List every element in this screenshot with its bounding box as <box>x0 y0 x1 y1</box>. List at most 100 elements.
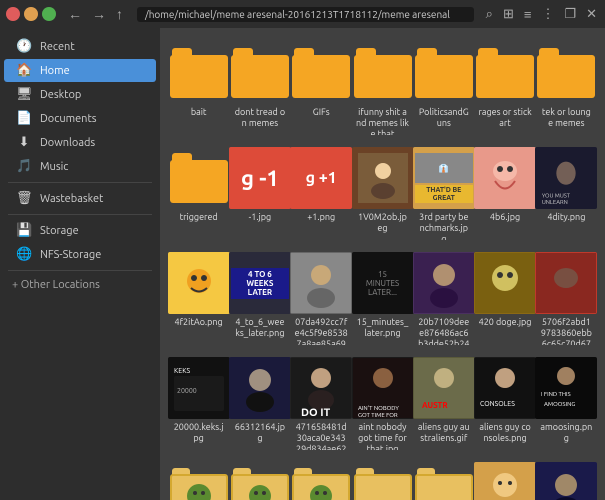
path-bar[interactable]: /home/michael/meme aresenal-20161213T171… <box>137 7 474 22</box>
sidebar-item-wastebasket[interactable]: 🗑 Wastebasket <box>4 187 156 210</box>
list-item[interactable]: AUSTR aliens guy australiens.gif <box>415 353 472 454</box>
folder-icon <box>415 48 473 98</box>
svg-text:20000: 20000 <box>177 387 197 395</box>
sidebar-label-desktop: Desktop <box>40 89 81 101</box>
image-thumb: 👔 THAT'D BE GREAT <box>413 147 475 209</box>
file-area[interactable]: bait dont tread on memes <box>160 28 605 500</box>
list-item[interactable]: g +1 +1.png <box>293 143 350 244</box>
search-icon[interactable]: ⌕ <box>484 5 495 24</box>
sidebar-item-other[interactable]: + Other Locations <box>0 275 160 295</box>
svg-text:I FIND THIS: I FIND THIS <box>541 391 571 398</box>
list-item[interactable]: 👔 THAT'D BE GREAT 3rd party benchmarks.j… <box>415 143 472 244</box>
list-item[interactable]: autism.png <box>354 458 411 500</box>
image-thumb <box>229 357 291 419</box>
svg-text:UNLEARN: UNLEARN <box>542 200 568 206</box>
list-item[interactable]: PoliticsandGuns <box>415 38 472 139</box>
list-item[interactable]: g -1 -1.jpg <box>231 143 288 244</box>
file-name: 420 doge.jpg <box>478 317 531 328</box>
sidebar-item-desktop[interactable]: 🖥 Desktop <box>4 83 156 106</box>
list-item[interactable]: DO IT 471658481d30aca0e34329d834ae627f09… <box>293 353 350 454</box>
list-item[interactable]: GIFs <box>293 38 350 139</box>
up-button[interactable]: ↑ <box>112 4 127 24</box>
sidebar-item-music[interactable]: 🎵 Music <box>4 155 156 178</box>
sidebar-label-music: Music <box>40 161 68 173</box>
sidebar-label-downloads: Downloads <box>40 137 95 149</box>
list-item[interactable]: dont tread on memes <box>231 38 288 139</box>
file-name: +1.png <box>295 212 348 223</box>
sidebar-item-storage[interactable]: 💾 Storage <box>4 219 156 242</box>
list-item[interactable]: 4 TO 6WEEKSLATER 4_to_6_weeks_later.png <box>231 248 288 349</box>
list-item[interactable]: 15MINUTESLATER... 15_minutes_later.png <box>354 248 411 349</box>
folder-icon <box>537 48 595 98</box>
list-item[interactable]: 07da492cc7fe4c5f9e85387a8ae85a697450f7_1… <box>293 248 350 349</box>
list-item[interactable]: 4b6.jpg <box>476 143 533 244</box>
file-name: 471658481d30aca0e34329d834ae627f09092.pn… <box>295 422 348 450</box>
list-item[interactable]: angry double pepe.png <box>170 458 227 500</box>
list-item[interactable]: rages or stick art <box>476 38 533 139</box>
sidebar: 🕐 Recent 🏠 Home 🖥 Desktop 📄 Documents ⬇ … <box>0 28 160 500</box>
file-name: triggered <box>172 212 225 223</box>
file-name: aliens guy australiens.gif <box>417 422 470 444</box>
svg-text:AMOOSING: AMOOSING <box>544 401 575 408</box>
sidebar-item-documents[interactable]: 📄 Documents <box>4 107 156 130</box>
close-button[interactable] <box>6 7 20 21</box>
back-button[interactable]: ← <box>64 4 86 24</box>
home-icon: 🏠 <box>16 63 32 78</box>
view-icon[interactable]: ⊞ <box>501 5 516 24</box>
svg-text:YOU MUST: YOU MUST <box>542 193 571 199</box>
svg-text:CONSOLES: CONSOLES <box>480 400 515 408</box>
list-item[interactable]: 20b7109deee876486ac6b3dde52b24d95003cc0b… <box>415 248 472 349</box>
forward-button[interactable]: → <box>88 4 110 24</box>
sidebar-item-nfs[interactable]: 🌐 NFS-Storage <box>4 243 156 266</box>
list-item[interactable]: angry pepe crazy.jpg <box>293 458 350 500</box>
list-item[interactable]: 5706f2abd19783860ebb6c65c70d671dc504bc8.… <box>538 248 595 349</box>
titlebar: ← → ↑ /home/michael/meme aresenal-201612… <box>0 0 605 28</box>
sidebar-separator-2 <box>8 214 152 215</box>
list-item[interactable]: KEKS 20000 20000.keks.jpg <box>170 353 227 454</box>
list-item[interactable]: awkwardrunning.png <box>415 458 472 500</box>
minimize-button[interactable] <box>24 7 38 21</box>
restore-icon[interactable]: ❐ <box>562 5 578 24</box>
folder-thumb <box>290 462 352 500</box>
file-name: -1.jpg <box>233 212 286 223</box>
folder-thumb <box>229 42 291 104</box>
maximize-button[interactable] <box>42 7 56 21</box>
sidebar-separator <box>8 182 152 183</box>
list-item[interactable]: angry_pepe.png <box>231 458 288 500</box>
list-item[interactable]: I FIND THIS AMOOSING amoosing.png <box>538 353 595 454</box>
image-thumb: YOU MUST UNLEARN <box>535 147 597 209</box>
close-icon[interactable]: ✕ <box>584 5 599 24</box>
sidebar-item-downloads[interactable]: ⬇ Downloads <box>4 131 156 154</box>
file-name: ifunny shit and memes like that <box>356 107 409 135</box>
file-name: 66312164.jpg <box>233 422 286 444</box>
list-item[interactable]: b4ec2f6c68ae171936ef3d4c635ea131b8edf d1… <box>476 458 533 500</box>
list-item[interactable]: CONSOLES aliens guy consoles.png <box>476 353 533 454</box>
folder-thumb <box>474 42 536 104</box>
list-item[interactable]: 66312164.jpg <box>231 353 288 454</box>
list-item[interactable]: AIN'T NOBODY GOT TIME FOR aint nobody go… <box>354 353 411 454</box>
folder-thumb <box>413 42 475 104</box>
list-item[interactable]: 1V0M2ob.jpeg <box>354 143 411 244</box>
list-item[interactable]: b7018908e000be4e20bb5cd411a22f2d5b584e38… <box>538 458 595 500</box>
image-thumb <box>474 147 536 209</box>
menu-icon[interactable]: ⋮ <box>539 5 556 24</box>
sidebar-label-other: + Other Locations <box>12 279 100 291</box>
list-item[interactable]: bait <box>170 38 227 139</box>
folder-icon <box>476 48 534 98</box>
file-grid: bait dont tread on memes <box>170 38 595 500</box>
list-item[interactable]: tek or lounge memes <box>538 38 595 139</box>
list-item[interactable]: ifunny shit and memes like that <box>354 38 411 139</box>
file-name: amoosing.png <box>540 422 593 444</box>
documents-icon: 📄 <box>16 111 32 126</box>
list-item[interactable]: 420 doge.jpg <box>476 248 533 349</box>
list-item[interactable]: triggered <box>170 143 227 244</box>
sort-icon[interactable]: ≡ <box>522 5 534 24</box>
file-name: 4f2itAo.png <box>172 317 225 328</box>
sidebar-item-recent[interactable]: 🕐 Recent <box>4 35 156 58</box>
sidebar-item-home[interactable]: 🏠 Home <box>4 59 156 82</box>
file-name: 20b7109deee876486ac6b3dde52b24d95003cc0b… <box>417 317 470 345</box>
list-item[interactable]: 4f2itAo.png <box>170 248 227 349</box>
list-item[interactable]: YOU MUST UNLEARN 4dity.png <box>538 143 595 244</box>
folder-icon <box>170 48 228 98</box>
file-name: 4b6.jpg <box>478 212 531 223</box>
